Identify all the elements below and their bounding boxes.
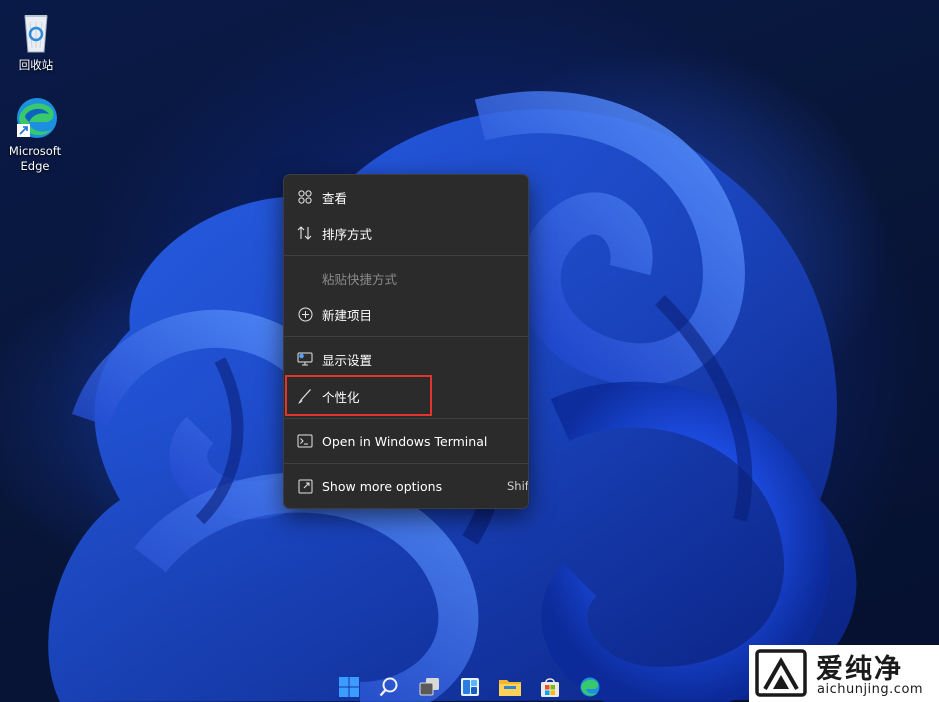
- search-icon[interactable]: [376, 674, 402, 700]
- desktop-icon-microsoft-edge[interactable]: Microsoft Edge: [0, 94, 71, 174]
- menu-item-shortcut: Shift+F10: [507, 479, 529, 493]
- recycle-bin-icon: [12, 8, 60, 56]
- menu-item-label: 排序方式: [322, 226, 373, 242]
- watermark-title: 爱纯净: [816, 654, 903, 685]
- menu-separator: [284, 255, 528, 256]
- file-explorer-icon[interactable]: [497, 674, 523, 700]
- more-options-icon: [295, 476, 315, 496]
- menu-item-sort-by[interactable]: 排序方式: [284, 216, 528, 250]
- widgets-icon[interactable]: [457, 674, 483, 700]
- task-view-icon[interactable]: [416, 674, 442, 700]
- menu-item-label: 查看: [322, 190, 348, 206]
- edge-icon: [11, 94, 59, 142]
- watermark: 爱纯净 aichunjing.com: [749, 645, 939, 702]
- menu-separator: [284, 336, 528, 337]
- desktop-icon-label: 回收站: [18, 58, 54, 72]
- annotation-highlight-box: [285, 375, 432, 416]
- menu-item-view[interactable]: 查看: [284, 180, 528, 214]
- menu-item-label: 粘贴快捷方式: [322, 271, 398, 287]
- sort-arrows-icon: [295, 223, 315, 243]
- menu-item-label: Open in Windows Terminal: [322, 433, 488, 449]
- desktop-icon-recycle-bin[interactable]: 回收站: [0, 8, 72, 73]
- menu-item-show-more-options[interactable]: Show more options Shift+F10: [284, 469, 528, 503]
- desktop-icon-label: Microsoft Edge: [8, 144, 62, 173]
- menu-item-label: 新建项目: [322, 307, 373, 323]
- plus-circle-icon: [295, 304, 315, 324]
- menu-item-paste-shortcut[interactable]: 粘贴快捷方式: [284, 261, 528, 295]
- menu-item-new[interactable]: 新建项目: [284, 297, 528, 331]
- grid-view-icon: [295, 187, 315, 207]
- store-icon[interactable]: [537, 674, 563, 700]
- menu-item-open-terminal[interactable]: Open in Windows Terminal: [284, 424, 528, 458]
- watermark-url: aichunjing.com: [817, 682, 924, 697]
- edge-icon[interactable]: [577, 674, 603, 700]
- terminal-icon: [295, 431, 315, 451]
- monitor-settings-icon: [295, 349, 315, 369]
- start-icon[interactable]: [336, 674, 362, 700]
- menu-separator: [284, 418, 528, 419]
- desktop-context-menu: 查看 排序方式 粘贴快捷方式 新建项目 显示设置 个性化 Open in Win…: [283, 174, 529, 509]
- menu-item-label: Show more options: [322, 478, 443, 494]
- menu-separator: [284, 463, 528, 464]
- menu-item-display-settings[interactable]: 显示设置: [284, 342, 528, 376]
- watermark-logo-icon: [755, 649, 807, 697]
- menu-item-label: 显示设置: [322, 352, 373, 368]
